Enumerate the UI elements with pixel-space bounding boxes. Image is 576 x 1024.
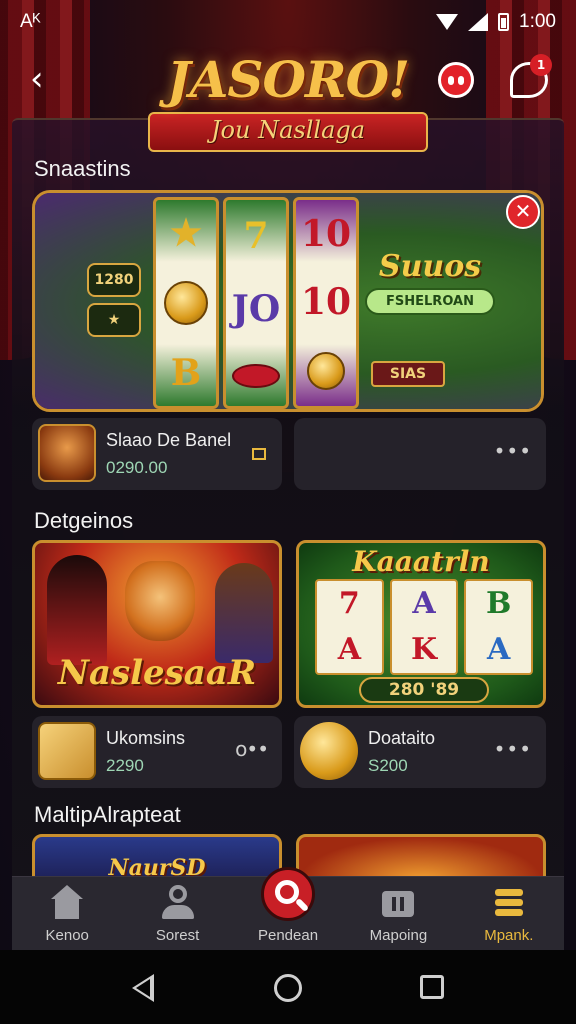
card-name: Ukomsins: [106, 728, 186, 748]
app-logo: JASORO! Jou Nasllaga: [148, 50, 428, 160]
status-icons: 1:00: [436, 11, 556, 33]
slot-subtitle-text: FSHELROAN: [365, 288, 495, 315]
slot-left-badges: 1280 ★: [87, 263, 141, 343]
coin-icon: [300, 722, 358, 780]
game-thumbnail-kaaatrln[interactable]: Kaaatrln 7 A A K B A 280 '89: [296, 540, 546, 708]
slot-badge-1: 1280: [87, 263, 141, 297]
signal-icon: [468, 13, 489, 31]
reel-symbol: 10: [300, 281, 352, 323]
section-title-multiplayer: MaltipAlrapteat: [34, 802, 181, 827]
reel-symbol: 10: [300, 213, 352, 255]
slot-title-art: Suuos FSHELROAN: [365, 249, 495, 315]
chat-icon: [448, 75, 464, 85]
wifi-icon: [436, 14, 459, 30]
app-header: ‹ JASORO! Jou Nasllaga 1: [0, 44, 576, 164]
card-amount: 0290.00: [106, 458, 168, 477]
coin-icon: [307, 352, 345, 390]
nav-item-search[interactable]: Sorest: [122, 877, 232, 950]
logo-title: JASORO!: [166, 50, 410, 109]
game-card-empty[interactable]: •••: [294, 418, 546, 490]
reel-symbol: ★: [169, 212, 203, 254]
reel-symbol: A: [487, 632, 511, 667]
nav-label: Kenoo: [45, 927, 89, 944]
nav-item-mapping[interactable]: Mapoing: [343, 877, 453, 950]
card-amount: S200: [368, 756, 408, 775]
slot-title-text: Suuos: [378, 249, 482, 284]
slot-reel-3: 10 10: [293, 197, 359, 409]
slot-reel-2: 7 JO: [223, 197, 289, 409]
more-options-icon[interactable]: •••: [494, 739, 532, 759]
featured-slot-banner[interactable]: 1280 ★ ★ B 7 JO 10 10 Suuos FSHELROAN SI…: [32, 190, 544, 412]
nav-item-home[interactable]: Kenoo: [12, 877, 122, 950]
back-arrow-icon[interactable]: ‹: [30, 62, 62, 96]
game-card[interactable]: Ukomsins 2290 o••: [32, 716, 282, 788]
card-amount: 2290: [106, 756, 144, 775]
nav-label: Mapoing: [369, 927, 428, 944]
status-time: 1:00: [519, 11, 556, 32]
notification-badge: 1: [530, 54, 552, 76]
nav-label: Pendean: [257, 927, 319, 944]
reel-symbol: B: [170, 352, 202, 394]
expand-icon[interactable]: [252, 448, 266, 460]
system-recents-icon[interactable]: [420, 975, 444, 999]
status-bar: Aᴷ 1:00: [0, 0, 576, 44]
nav-item-menu[interactable]: Mpank.: [454, 877, 564, 950]
search-icon[interactable]: [261, 867, 316, 921]
app-screen: Aᴷ 1:00 ‹ JASORO! Jou Nasllaga 1 Snaasti…: [0, 0, 576, 1024]
coin-icon: [164, 281, 208, 325]
nav-label: Sorest: [155, 927, 200, 944]
slot-badge-2: ★: [87, 303, 141, 337]
mini-reel: 7 A: [315, 579, 384, 675]
game-card[interactable]: Slaao De Banel 0290.00: [32, 418, 282, 490]
close-icon[interactable]: ✕: [506, 195, 540, 229]
game-thumbnail-naslesaar[interactable]: NaslesaaR: [32, 540, 282, 708]
fox-character-icon: [125, 561, 195, 641]
mini-reels: 7 A A K B A: [315, 579, 534, 675]
lips-icon: [232, 363, 280, 388]
system-back-icon[interactable]: [132, 974, 154, 1002]
thumbnail-title: Kaaatrln: [352, 545, 490, 578]
system-navigation-bar: [0, 950, 576, 1024]
stack-icon: [491, 885, 527, 921]
reel-symbol: K: [410, 632, 438, 667]
system-home-icon[interactable]: [274, 974, 302, 1002]
jackpot-amount: 280 '89: [359, 677, 489, 703]
status-left-text: Aᴷ: [20, 11, 41, 32]
character-left-icon: [47, 555, 107, 665]
slot-reel-1: ★ B: [153, 197, 219, 409]
more-options-icon[interactable]: •••: [494, 441, 532, 461]
thumbnail-title: NaslesaaR: [57, 653, 257, 693]
section-title-designs: Detgeinos: [34, 508, 134, 533]
card-name: Slaao De Banel: [106, 430, 232, 450]
slot-play-button[interactable]: SIAS: [371, 361, 445, 387]
reel-symbol: 7: [338, 586, 360, 621]
logo-subtitle: Jou Nasllaga: [210, 116, 366, 144]
nav-item-center[interactable]: Pendean: [233, 867, 343, 950]
fox-avatar-icon: [38, 424, 96, 482]
wallet-icon: [380, 885, 416, 921]
home-icon: [49, 885, 85, 921]
reel-symbol: 7: [243, 215, 269, 258]
mini-reel: A K: [389, 579, 459, 675]
chat-button[interactable]: [438, 62, 474, 98]
reel-symbol: JO: [231, 287, 281, 330]
reel-symbol: B: [486, 586, 512, 621]
card-name: Doataito: [368, 728, 436, 748]
reel-symbol: A: [412, 586, 436, 621]
game-card[interactable]: Doataito S200 •••: [294, 716, 546, 788]
more-options-icon[interactable]: o••: [235, 739, 269, 759]
reel-symbol: A: [337, 632, 361, 667]
nav-label: Mpank.: [484, 927, 534, 944]
book-icon: [38, 722, 96, 780]
character-right-icon: [215, 563, 273, 663]
user-icon: [160, 885, 196, 921]
battery-icon: [498, 13, 510, 31]
bottom-navigation: Kenoo Sorest Pendean Mapoing Mpank.: [12, 867, 564, 950]
mini-reel: B A: [464, 579, 534, 675]
